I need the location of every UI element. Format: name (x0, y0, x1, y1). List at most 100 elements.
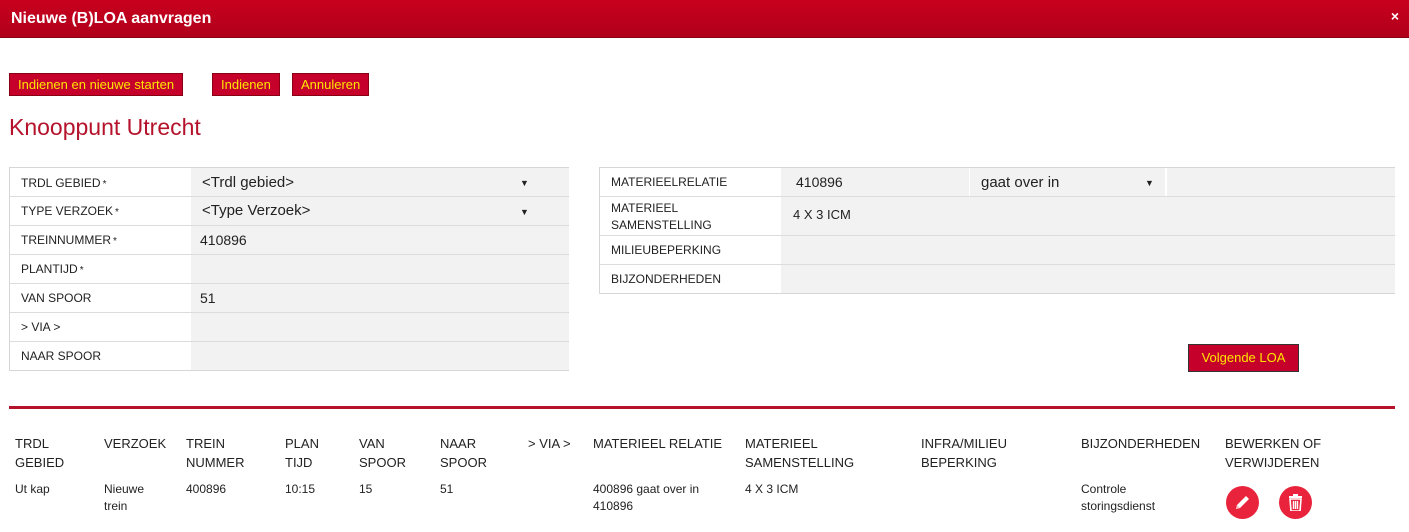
via-label: > VIA > (21, 320, 61, 334)
cell-naar-spoor: 51 (440, 482, 454, 496)
treinnummer-input[interactable]: 410896 (191, 226, 569, 254)
required-marker: * (113, 236, 117, 247)
plantijd-label: PLANTIJD (21, 262, 78, 276)
edit-button[interactable] (1226, 486, 1259, 519)
page-title: Knooppunt Utrecht (9, 114, 201, 140)
header-line: NAAR (440, 436, 477, 451)
column-header-actions: BEWERKEN OF VERWIJDEREN (1225, 434, 1321, 472)
materieelrelatie-input[interactable]: 410896 (781, 168, 969, 196)
form-row-van-spoor: VAN SPOOR 51 (10, 284, 569, 313)
naar-spoor-label: NAAR SPOOR (21, 349, 102, 363)
request-form-left: TRDL GEBIED * <Trdl gebied> ▼ TYPE VERZOE… (9, 167, 569, 371)
bijzonderheden-input[interactable] (781, 265, 1395, 293)
header-line: BIJZONDERHEDEN (1081, 436, 1201, 451)
cell-line: Controle (1081, 482, 1127, 496)
header-line: BEPERKING (921, 455, 997, 470)
bijzonderheden-label: BIJZONDERHEDEN (611, 272, 722, 286)
header-line: VAN (359, 436, 385, 451)
header-line: INFRA/MILIEU (921, 436, 1007, 451)
column-header-verzoek: VERZOEK (104, 434, 166, 453)
cell-van-spoor: 15 (359, 482, 373, 496)
next-loa-button[interactable]: Volgende LOA (1188, 344, 1299, 372)
form-row-milieubeperking: MILIEUBEPERKING (600, 236, 1395, 265)
cell-trdl-gebied: Ut kap (15, 482, 50, 496)
request-form-right: MATERIEELRELATIE 410896 gaat over in ▼ M… (599, 167, 1395, 294)
form-row-via: > VIA > (10, 313, 569, 342)
header-line: VERWIJDEREN (1225, 455, 1320, 470)
chevron-down-icon: ▼ (1145, 178, 1154, 188)
column-header-via: > VIA > (528, 434, 571, 453)
chevron-down-icon: ▼ (520, 207, 529, 217)
cell-line: trein (104, 499, 128, 513)
van-spoor-label: VAN SPOOR (21, 291, 92, 305)
column-header-plan-tijd: PLAN TIJD (285, 434, 319, 472)
naar-spoor-input[interactable] (191, 342, 569, 370)
trdl-gebied-select[interactable]: <Trdl gebied> ▼ (191, 168, 569, 196)
column-header-materieel-samenstelling: MATERIEEL SAMENSTELLING (745, 434, 854, 472)
relation-type-value: gaat over in (981, 174, 1060, 191)
relation-extra-input[interactable] (1167, 168, 1395, 196)
cell-materieel-relatie: 400896 gaat over in 410896 (593, 481, 699, 515)
materieel-samenstelling-label-line1: MATERIEEL (611, 201, 679, 215)
plantijd-input[interactable] (191, 255, 569, 283)
column-header-trdl-gebied: TRDL GEBIED (15, 434, 64, 472)
column-header-trein-nummer: TREIN NUMMER (186, 434, 245, 472)
section-divider (9, 406, 1395, 409)
header-line: SAMENSTELLING (745, 455, 855, 470)
cell-materieel-samenstelling: 4 X 3 ICM (745, 482, 799, 496)
delete-button[interactable] (1279, 486, 1312, 519)
submit-and-new-button[interactable]: Indienen en nieuwe starten (9, 73, 184, 96)
submit-button[interactable]: Indienen (212, 73, 280, 96)
treinnummer-label: TREINNUMMER (21, 233, 111, 247)
milieubeperking-input[interactable] (781, 236, 1395, 264)
van-spoor-input[interactable]: 51 (191, 284, 569, 312)
form-row-type-verzoek: TYPE VERZOEK * <Type Verzoek> ▼ (10, 197, 569, 226)
chevron-down-icon: ▼ (520, 178, 529, 188)
header-line: GEBIED (15, 455, 65, 470)
header-line: PLAN (285, 436, 319, 451)
materieelrelatie-label: MATERIEELRELATIE (611, 175, 728, 189)
cancel-button[interactable]: Annuleren (292, 73, 370, 96)
relation-type-select[interactable]: gaat over in ▼ (970, 168, 1165, 196)
header-line: TREIN (186, 436, 225, 451)
header-line: TRDL (15, 436, 49, 451)
trdl-gebied-label: TRDL GEBIED (21, 176, 101, 190)
form-row-materieelrelatie: MATERIEELRELATIE 410896 gaat over in ▼ (600, 168, 1395, 197)
header-line: BEWERKEN OF (1225, 436, 1322, 451)
required-marker: * (79, 265, 84, 276)
cell-plan-tijd: 10:15 (285, 482, 316, 496)
form-row-treinnummer: TREINNUMMER * 410896 (10, 226, 569, 255)
form-row-naar-spoor: NAAR SPOOR (10, 342, 569, 370)
column-header-van-spoor: VAN SPOOR (359, 434, 406, 472)
required-marker: * (115, 207, 119, 218)
pencil-icon (1236, 496, 1249, 509)
header-line: SPOOR (359, 455, 406, 470)
cell-line: storingsdienst (1081, 499, 1156, 513)
materieel-samenstelling-value: 4 X 3 ICM (781, 197, 1395, 235)
header-line: MATERIEEL RELATIE (593, 436, 723, 451)
cell-trein-nummer: 400896 (186, 482, 227, 496)
dialog-titlebar: Nieuwe (B)LOA aanvragen × (0, 0, 1409, 38)
column-header-materieel-relatie: MATERIEEL RELATIE (593, 434, 722, 453)
type-verzoek-select[interactable]: <Type Verzoek> ▼ (191, 197, 569, 225)
form-row-trdl-gebied: TRDL GEBIED * <Trdl gebied> ▼ (10, 168, 569, 197)
dialog-title: Nieuwe (B)LOA aanvragen (11, 10, 212, 27)
milieubeperking-label: MILIEUBEPERKING (611, 243, 722, 257)
header-line: VERZOEK (104, 436, 167, 451)
cell-verzoek: Nieuwe trein (104, 481, 144, 515)
column-header-naar-spoor: NAAR SPOOR (440, 434, 487, 472)
required-marker: * (102, 179, 107, 190)
column-header-infra-milieu: INFRA/MILIEU BEPERKING (921, 434, 1007, 472)
form-row-plantijd: PLANTIJD * (10, 255, 569, 284)
cell-bijzonderheden: Controle storingsdienst (1081, 481, 1155, 515)
header-line: MATERIEEL (745, 436, 818, 451)
materieel-samenstelling-label-line2: SAMENSTELLING (611, 218, 712, 232)
close-icon[interactable]: × (1391, 8, 1399, 24)
via-input[interactable] (191, 313, 569, 341)
cell-line: 400896 gaat over in (593, 482, 700, 496)
header-line: > VIA > (528, 436, 571, 451)
trash-icon (1289, 494, 1302, 511)
type-verzoek-value: <Type Verzoek> (202, 202, 311, 219)
form-row-materieel-samenstelling: MATERIEEL SAMENSTELLING 4 X 3 ICM (600, 197, 1395, 236)
header-line: NUMMER (186, 455, 245, 470)
